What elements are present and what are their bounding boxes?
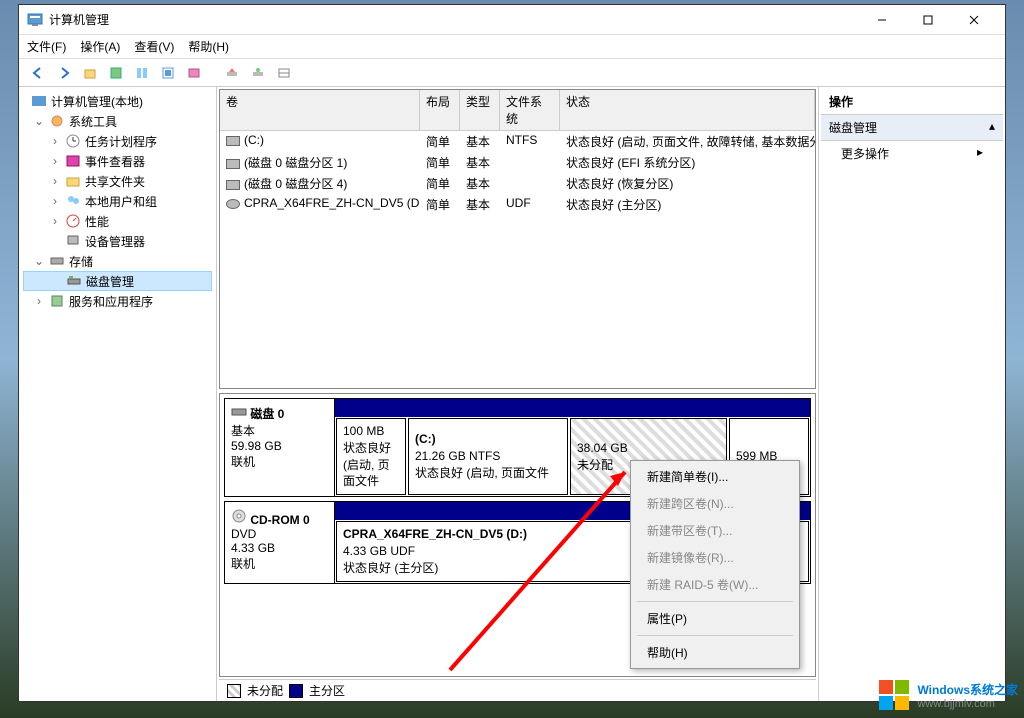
ctx-help[interactable]: 帮助(H) — [633, 639, 797, 666]
minimize-button[interactable] — [859, 5, 905, 35]
tree-event-viewer[interactable]: ›事件查看器 — [23, 151, 212, 171]
app-icon — [27, 12, 43, 28]
menu-file[interactable]: 文件(F) — [27, 38, 66, 55]
ctx-new-spanned-volume: 新建跨区卷(N)... — [633, 490, 797, 517]
tb-btn-10[interactable] — [273, 62, 295, 84]
chevron-right-icon: ▸ — [977, 145, 983, 162]
tree-device-manager[interactable]: 设备管理器 — [23, 231, 212, 251]
tree-shared-folders[interactable]: ›共享文件夹 — [23, 171, 212, 191]
col-status[interactable]: 状态 — [560, 90, 815, 130]
ctx-separator — [637, 635, 793, 636]
tb-btn-8[interactable] — [221, 62, 243, 84]
volume-row[interactable]: (磁盘 0 磁盘分区 1)简单基本状态良好 (EFI 系统分区) — [220, 152, 815, 173]
tb-btn-7[interactable] — [183, 62, 205, 84]
actions-title: 操作 — [821, 89, 1003, 115]
legend-unallocated-swatch — [227, 684, 241, 698]
tree-pane[interactable]: 计算机管理(本地) ⌄系统工具 ›任务计划程序 ›事件查看器 ›共享文件夹 ›本… — [19, 87, 217, 701]
windows-logo-icon — [877, 678, 911, 712]
computer-management-window: 计算机管理 文件(F) 操作(A) 查看(V) 帮助(H) 计算机管理(本地) … — [18, 4, 1006, 702]
back-button[interactable] — [27, 62, 49, 84]
tree-disk-management[interactable]: 磁盘管理 — [23, 271, 212, 291]
up-button[interactable] — [79, 62, 101, 84]
ctx-new-striped-volume: 新建带区卷(T)... — [633, 517, 797, 544]
tree-performance[interactable]: ›性能 — [23, 211, 212, 231]
collapse-icon: ▴ — [989, 119, 995, 136]
col-fs[interactable]: 文件系统 — [500, 90, 560, 130]
tree-system-tools[interactable]: ⌄系统工具 — [23, 111, 212, 131]
ctx-separator — [637, 601, 793, 602]
actions-more[interactable]: 更多操作▸ — [821, 141, 1003, 166]
legend-primary-swatch — [289, 684, 303, 698]
cdrom-icon — [231, 508, 247, 524]
toolbar — [19, 59, 1005, 87]
legend-primary-label: 主分区 — [309, 682, 345, 699]
col-volume[interactable]: 卷 — [220, 90, 420, 130]
ctx-new-mirrored-volume: 新建镜像卷(R)... — [633, 544, 797, 571]
refresh-button[interactable] — [157, 62, 179, 84]
titlebar: 计算机管理 — [19, 5, 1005, 35]
volume-row[interactable]: CPRA_X64FRE_ZH-CN_DV5 (D:)简单基本UDF状态良好 (主… — [220, 194, 815, 215]
ctx-new-raid5-volume: 新建 RAID-5 卷(W)... — [633, 571, 797, 598]
col-layout[interactable]: 布局 — [420, 90, 460, 130]
legend-unallocated-label: 未分配 — [247, 682, 283, 699]
menu-help[interactable]: 帮助(H) — [188, 38, 229, 55]
actions-group-disk-management[interactable]: 磁盘管理▴ — [821, 115, 1003, 141]
cdrom-0-info: CD-ROM 0 DVD 4.33 GB 联机 — [225, 502, 335, 582]
menu-action[interactable]: 操作(A) — [80, 38, 120, 55]
volume-list[interactable]: 卷 布局 类型 文件系统 状态 (C:)简单基本NTFS状态良好 (启动, 页面… — [219, 89, 816, 389]
tree-local-users[interactable]: ›本地用户和组 — [23, 191, 212, 211]
window-title: 计算机管理 — [49, 11, 109, 28]
forward-button[interactable] — [53, 62, 75, 84]
actions-pane: 操作 磁盘管理▴ 更多操作▸ — [819, 87, 1005, 701]
ctx-new-simple-volume[interactable]: 新建简单卷(I)... — [633, 463, 797, 490]
tree-task-scheduler[interactable]: ›任务计划程序 — [23, 131, 212, 151]
show-hide-button[interactable] — [105, 62, 127, 84]
close-button[interactable] — [951, 5, 997, 35]
properties-button[interactable] — [131, 62, 153, 84]
tree-root[interactable]: 计算机管理(本地) — [23, 91, 212, 111]
ctx-properties[interactable]: 属性(P) — [633, 605, 797, 632]
disk-icon — [231, 406, 247, 418]
menubar: 文件(F) 操作(A) 查看(V) 帮助(H) — [19, 35, 1005, 59]
partition-efi[interactable]: 100 MB状态良好 (启动, 页面文件 — [336, 418, 406, 495]
tree-services-apps[interactable]: ›服务和应用程序 — [23, 291, 212, 311]
volume-row[interactable]: (C:)简单基本NTFS状态良好 (启动, 页面文件, 故障转储, 基本数据分 — [220, 131, 815, 152]
legend: 未分配 主分区 — [219, 679, 816, 701]
watermark: Windows系统之家 www.bjjmlv.com — [877, 678, 1018, 712]
partition-c[interactable]: (C:)21.26 GB NTFS状态良好 (启动, 页面文件 — [408, 418, 568, 495]
tree-storage[interactable]: ⌄存储 — [23, 251, 212, 271]
volume-list-header: 卷 布局 类型 文件系统 状态 — [220, 90, 815, 131]
menu-view[interactable]: 查看(V) — [134, 38, 174, 55]
col-type[interactable]: 类型 — [460, 90, 500, 130]
volume-row[interactable]: (磁盘 0 磁盘分区 4)简单基本状态良好 (恢复分区) — [220, 173, 815, 194]
disk-0-header-stripe — [335, 399, 810, 417]
tb-btn-9[interactable] — [247, 62, 269, 84]
context-menu: 新建简单卷(I)... 新建跨区卷(N)... 新建带区卷(T)... 新建镜像… — [630, 460, 800, 669]
maximize-button[interactable] — [905, 5, 951, 35]
disk-0-info: 磁盘 0 基本 59.98 GB 联机 — [225, 399, 335, 496]
